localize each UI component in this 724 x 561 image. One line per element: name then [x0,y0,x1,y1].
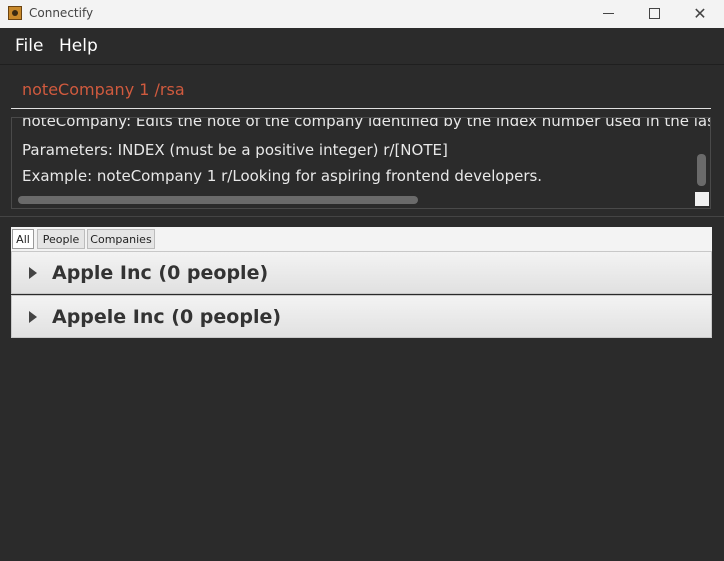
command-input[interactable]: noteCompany 1 /rsa [11,70,711,109]
company-list: Apple Inc (0 people) Appele Inc (0 peopl… [11,251,712,339]
tab-bar: All People Companies [11,227,712,251]
menu-bar: File Help [0,28,724,65]
company-row[interactable]: Apple Inc (0 people) [11,251,712,294]
minimize-button[interactable] [585,0,631,28]
close-icon: ✕ [693,4,707,23]
result-line: Parameters: INDEX (must be a positive in… [22,141,448,159]
title-bar: Connectify ✕ [0,0,724,28]
horizontal-scrollbar[interactable] [18,196,418,204]
tab-companies[interactable]: Companies [87,229,155,249]
expand-arrow-icon[interactable] [29,267,37,279]
close-button[interactable]: ✕ [677,0,723,28]
menu-help[interactable]: Help [59,36,98,56]
result-line: noteCompany: Edits the note of the compa… [22,117,711,130]
command-text: noteCompany 1 /rsa [22,80,185,99]
tab-people[interactable]: People [37,229,85,249]
minimize-icon [603,13,614,14]
result-line: Example: noteCompany 1 r/Looking for asp… [22,167,543,185]
maximize-icon [649,8,660,19]
company-name: Appele Inc (0 people) [52,306,282,328]
app-icon [8,6,22,20]
tab-all[interactable]: All [12,229,34,249]
company-name: Apple Inc (0 people) [52,262,269,284]
result-display: noteCompany: Edits the note of the compa… [11,117,711,209]
company-row[interactable]: Appele Inc (0 people) [11,295,712,338]
expand-arrow-icon[interactable] [29,311,37,323]
divider [0,216,724,217]
scroll-corner [695,192,709,206]
menu-file[interactable]: File [15,36,43,56]
window-title: Connectify [29,6,94,20]
vertical-scrollbar[interactable] [697,154,706,186]
maximize-button[interactable] [631,0,677,28]
